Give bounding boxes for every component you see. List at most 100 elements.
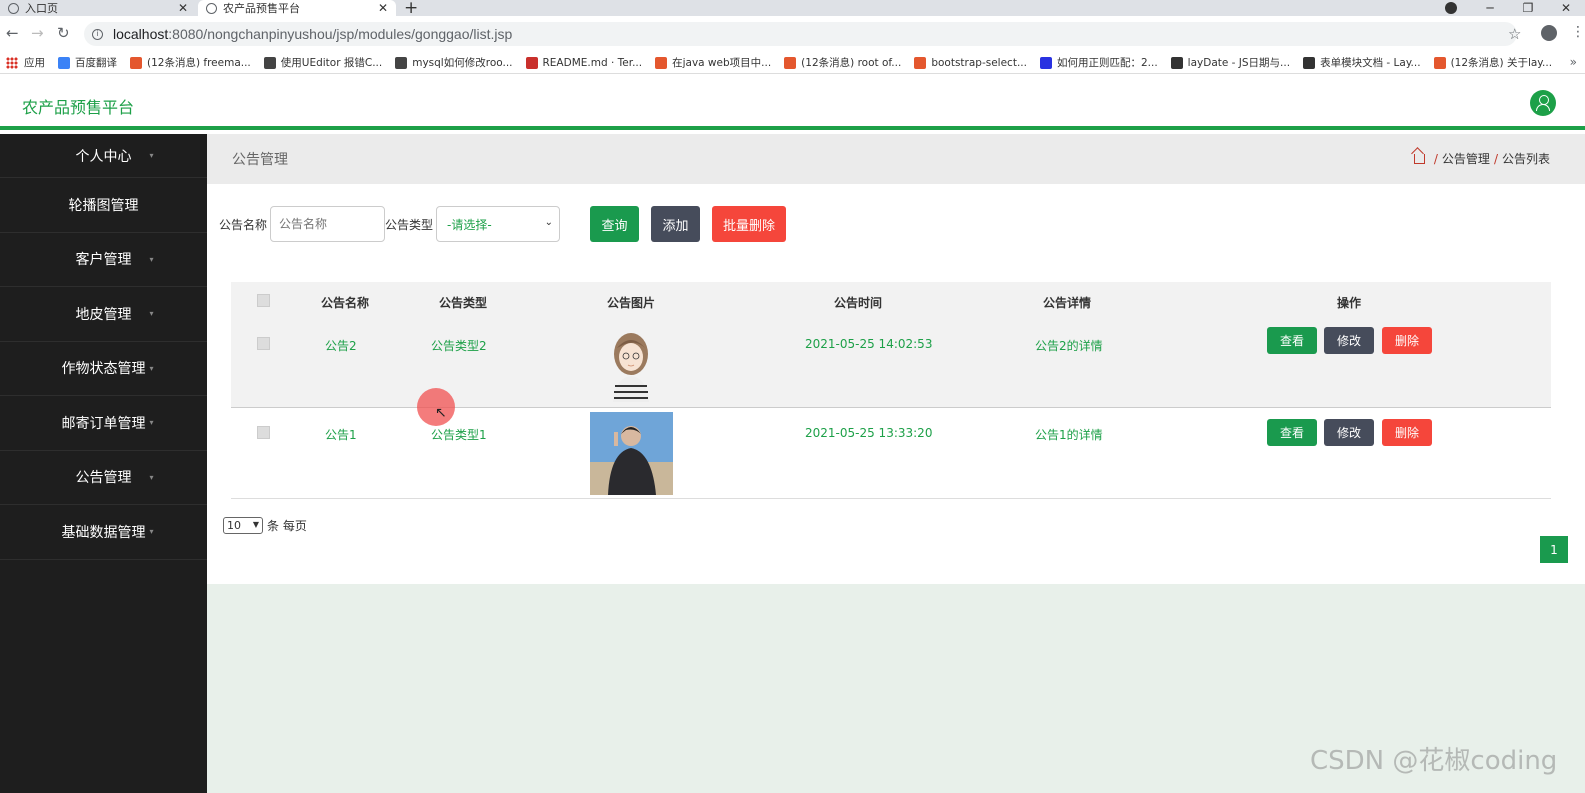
watermark: CSDN @花椒coding bbox=[1310, 746, 1558, 776]
bookmark-item[interactable]: 在java web项目中... bbox=[655, 55, 771, 70]
browser-tab-platform[interactable]: 农产品预售平台 ✕ bbox=[198, 0, 396, 16]
bookmark-item[interactable]: 如何用正则匹配：2... bbox=[1039, 55, 1158, 70]
bookmark-item[interactable]: 百度翻译 bbox=[58, 55, 117, 70]
profile-icon[interactable] bbox=[1445, 2, 1457, 14]
favicon-icon bbox=[525, 56, 538, 69]
notice-time: 2021-05-25 13:33:20 bbox=[805, 426, 933, 440]
page-number-button[interactable]: 1 bbox=[1540, 536, 1568, 563]
sidebar-item-label: 公告管理 bbox=[75, 470, 132, 487]
bookmark-label: (12条消息) root of... bbox=[801, 57, 902, 69]
window-controls: ─ ❐ ✕ bbox=[1445, 0, 1585, 16]
url-input[interactable]: i localhost:8080/nongchanpinyushou/jsp/m… bbox=[84, 22, 1517, 46]
bookmark-item[interactable]: mysql如何修改roo... bbox=[395, 55, 513, 70]
star-icon[interactable]: ☆ bbox=[1508, 25, 1521, 43]
bookmark-item[interactable]: (12条消息) root of... bbox=[784, 55, 901, 70]
sidebar-item-0[interactable]: 个人中心 ▾ bbox=[0, 134, 207, 178]
bookmark-item[interactable]: README.md · Ter... bbox=[525, 56, 643, 69]
notice-detail: 公告2的详情 bbox=[1035, 339, 1103, 353]
sidebar-item-label: 客户管理 bbox=[75, 252, 132, 269]
globe-icon bbox=[8, 2, 19, 14]
notice-detail: 公告1的详情 bbox=[1035, 428, 1103, 442]
bookmark-label: (12条消息) freema... bbox=[147, 57, 251, 69]
forward-icon[interactable]: → bbox=[31, 24, 44, 42]
bookmark-label: layDate - JS日期与... bbox=[1187, 57, 1291, 69]
bookmark-item[interactable]: 表单模块文档 - Lay... bbox=[1303, 55, 1421, 70]
row-checkbox[interactable] bbox=[257, 426, 270, 439]
bookmark-label: README.md · Ter... bbox=[542, 56, 643, 69]
select-all-checkbox[interactable] bbox=[257, 294, 270, 307]
account-icon[interactable] bbox=[1541, 25, 1557, 41]
breadcrumb-item[interactable]: 公告管理 bbox=[1442, 150, 1490, 167]
edit-button[interactable]: 修改 bbox=[1324, 327, 1374, 354]
main-area: 公告管理 / 公告管理 / 公告列表 公告名称 公告类型 -请选择- ⌄ 查询 … bbox=[207, 134, 1585, 793]
breadcrumb-item[interactable]: 公告列表 bbox=[1502, 150, 1550, 167]
bookmarks-bar: 应用 百度翻译 (12条消息) freema... 使用UEditor 报错C... m… bbox=[0, 52, 1585, 74]
bookmark-item[interactable]: (12条消息) 关于lay... bbox=[1433, 55, 1552, 70]
content-panel: 公告名称 公告类型 -请选择- ⌄ 查询 添加 批量删除 公告名称 公告类型 公… bbox=[207, 184, 1585, 584]
delete-button[interactable]: 删除 bbox=[1382, 327, 1432, 354]
bookmark-apps[interactable]: 应用 bbox=[6, 55, 45, 70]
query-button[interactable]: 查询 bbox=[590, 206, 640, 242]
notice-image-photo bbox=[590, 412, 673, 495]
name-label: 公告名称 bbox=[219, 217, 268, 232]
header-cell: 公告类型 bbox=[438, 296, 487, 310]
sidebar-item-label: 地皮管理 bbox=[75, 306, 132, 323]
bookmark-label: 使用UEditor 报错C... bbox=[280, 57, 383, 69]
browser-tab-entry[interactable]: 入口页 ✕ bbox=[0, 0, 196, 16]
chevron-down-icon: ⌄ bbox=[544, 217, 554, 228]
search-form: 公告名称 公告类型 -请选择- ⌄ 查询 添加 批量删除 bbox=[219, 206, 787, 242]
kebab-menu-icon[interactable]: ⋮ bbox=[1571, 24, 1585, 40]
minimize-icon[interactable]: ─ bbox=[1471, 1, 1509, 15]
user-avatar-icon[interactable] bbox=[1530, 90, 1556, 116]
sidebar-item-label: 基础数据管理 bbox=[61, 524, 146, 541]
delete-button[interactable]: 删除 bbox=[1382, 419, 1432, 446]
bookmark-item[interactable]: 使用UEditor 报错C... bbox=[263, 55, 383, 70]
mouse-cursor-icon: ↖ bbox=[435, 405, 447, 421]
bookmark-label: 如何用正则匹配：2... bbox=[1056, 57, 1158, 69]
sidebar-item-4[interactable]: 作物状态管理 ▾ bbox=[0, 342, 207, 396]
bookmark-item[interactable]: (12条消息) freema... bbox=[130, 55, 251, 70]
close-icon[interactable]: ✕ bbox=[378, 0, 388, 16]
favicon-icon bbox=[655, 56, 668, 69]
chevron-down-icon: ▾ bbox=[149, 151, 154, 160]
favicon-icon bbox=[58, 56, 70, 69]
notice-type: 公告类型1 bbox=[431, 428, 487, 442]
bookmark-label: mysql如何修改roo... bbox=[412, 57, 513, 69]
type-select[interactable]: -请选择- ⌄ bbox=[436, 206, 561, 242]
edit-button[interactable]: 修改 bbox=[1324, 419, 1374, 446]
sidebar-item-5[interactable]: 邮寄订单管理 ▾ bbox=[0, 396, 207, 451]
name-search-input[interactable] bbox=[270, 206, 386, 242]
sidebar-item-7[interactable]: 基础数据管理 ▾ bbox=[0, 505, 207, 560]
restore-icon[interactable]: ❐ bbox=[1509, 1, 1547, 15]
more-bookmarks-icon[interactable]: » bbox=[1570, 55, 1577, 69]
page-size-select[interactable]: 10 ▼ bbox=[223, 517, 263, 534]
close-icon[interactable]: ✕ bbox=[178, 0, 188, 16]
notice-time: 2021-05-25 14:02:53 bbox=[805, 337, 933, 351]
browser-tab-bar: 入口页 ✕ 农产品预售平台 ✕ + ─ ❐ ✕ bbox=[0, 0, 1585, 18]
batch-delete-button[interactable]: 批量删除 bbox=[712, 206, 787, 242]
close-window-icon[interactable]: ✕ bbox=[1547, 1, 1585, 15]
sidebar-item-2[interactable]: 客户管理 ▾ bbox=[0, 233, 207, 287]
bookmark-label: bootstrap-select... bbox=[931, 56, 1027, 69]
header-cell: 操作 bbox=[1336, 296, 1361, 310]
sidebar-item-1[interactable]: 轮播图管理 bbox=[0, 178, 207, 233]
reload-icon[interactable]: ↻ bbox=[57, 24, 70, 42]
chevron-down-icon: ▾ bbox=[149, 527, 154, 537]
back-icon[interactable]: ← bbox=[6, 24, 19, 42]
bookmark-item[interactable]: layDate - JS日期与... bbox=[1170, 55, 1291, 70]
view-button[interactable]: 查看 bbox=[1267, 327, 1317, 354]
bookmark-label: 应用 bbox=[24, 57, 45, 69]
type-select-value: -请选择- bbox=[447, 217, 492, 232]
favicon-icon bbox=[130, 56, 142, 69]
page-title: 公告管理 bbox=[232, 152, 288, 168]
bookmark-item[interactable]: bootstrap-select... bbox=[914, 56, 1027, 69]
header-cell: 公告时间 bbox=[833, 296, 882, 310]
info-icon[interactable]: i bbox=[92, 28, 103, 40]
sidebar-item-label: 邮寄订单管理 bbox=[61, 415, 146, 432]
home-icon[interactable] bbox=[1413, 153, 1425, 164]
sidebar-item-3[interactable]: 地皮管理 ▾ bbox=[0, 287, 207, 342]
add-button[interactable]: 添加 bbox=[651, 206, 701, 242]
row-checkbox[interactable] bbox=[257, 337, 270, 350]
view-button[interactable]: 查看 bbox=[1267, 419, 1317, 446]
sidebar-item-6[interactable]: 公告管理 ▾ bbox=[0, 451, 207, 505]
